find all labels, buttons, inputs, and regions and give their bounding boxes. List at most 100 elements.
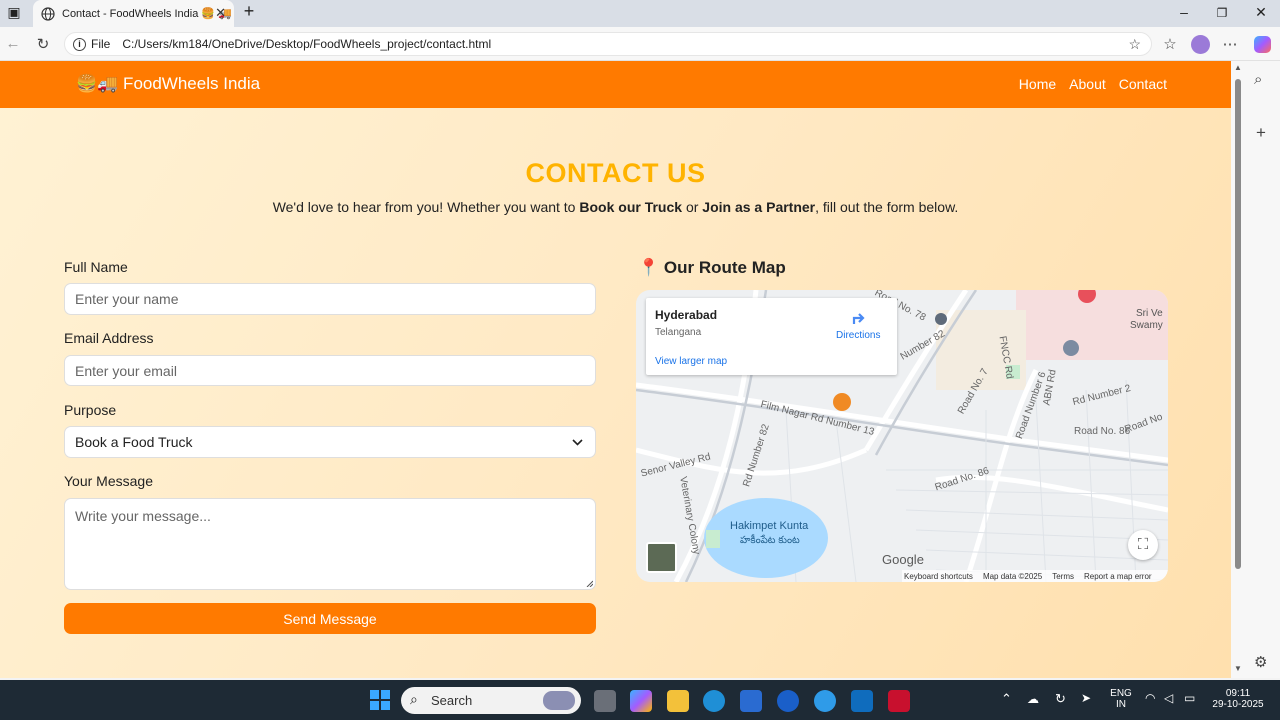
sync-icon[interactable]: ↻ [1055, 691, 1066, 707]
nav-link-home[interactable]: Home [1019, 76, 1056, 92]
purpose-label: Purpose [64, 402, 117, 418]
store-icon[interactable] [740, 690, 762, 712]
language-indicator[interactable]: ENG IN [1110, 688, 1132, 710]
map-footer-report[interactable]: Report a map error [1084, 572, 1152, 581]
profile-avatar[interactable] [1191, 35, 1210, 54]
battery-icon[interactable]: ▭ [1184, 691, 1195, 705]
region-code: IN [1116, 699, 1126, 710]
email-placeholder: Enter your email [75, 362, 177, 379]
email-input[interactable]: Enter your email [64, 355, 596, 386]
directions-icon[interactable] [851, 310, 866, 325]
location-icon[interactable]: ➤ [1081, 691, 1091, 705]
map-place-name: Hyderabad [655, 308, 718, 322]
browser-toolbar: i File C:/Users/km184/OneDrive/Desktop/F… [0, 27, 1280, 61]
view-larger-map-link[interactable]: View larger map [655, 356, 727, 367]
favorite-star-icon[interactable]: ☆ [1128, 36, 1141, 53]
message-label: Your Message [64, 473, 153, 489]
map-label-swamy: Swamy [1130, 320, 1163, 331]
send-message-button[interactable]: Send Message [64, 603, 596, 634]
refresh-icon[interactable]: ↻ [33, 35, 53, 53]
map-footer: Keyboard shortcuts Map data ©2025 Terms … [902, 570, 1168, 582]
map-footer-data: Map data ©2025 [982, 571, 1043, 581]
resize-handle-icon[interactable] [586, 580, 593, 587]
name-input[interactable]: Enter your name [64, 283, 596, 315]
outlook-icon[interactable] [851, 690, 873, 712]
name-placeholder: Enter your name [75, 291, 179, 307]
map-region: Telangana [655, 327, 702, 338]
directions-link[interactable]: Directions [836, 330, 880, 341]
nav-link-contact[interactable]: Contact [1119, 76, 1167, 92]
taskbar-search[interactable]: ⌕ Search [401, 687, 581, 714]
onedrive-icon[interactable]: ☁ [1027, 692, 1039, 706]
tab-strip: ▣ Contact - FoodWheels India 🍔 🚚 ✕ + – ❐… [0, 0, 1280, 27]
chevron-down-icon [572, 439, 583, 446]
volume-icon[interactable]: ◁ [1164, 691, 1173, 705]
nav-link-about[interactable]: About [1069, 76, 1106, 92]
route-map[interactable]: Film Nagar Rd Number 13 Road No. 86 Road… [636, 290, 1168, 582]
map-label-lake-telugu: హకీంపేట కుంట [740, 535, 800, 546]
scrollbar-thumb[interactable] [1235, 79, 1241, 569]
new-tab-icon[interactable]: + [239, 1, 259, 22]
edge-icon[interactable] [703, 690, 725, 712]
map-label-lake: Hakimpet Kunta [730, 520, 809, 532]
map-footer-shortcuts[interactable]: Keyboard shortcuts [904, 572, 973, 581]
url-text: C:/Users/km184/OneDrive/Desktop/FoodWhee… [122, 37, 492, 51]
sidebar-add-icon[interactable]: + [1256, 123, 1266, 143]
fullscreen-icon[interactable]: ⛶ [1128, 530, 1158, 560]
route-map-title: 📍 Our Route Map [638, 258, 786, 277]
tray-chevron-icon[interactable]: ⌃ [1001, 691, 1012, 707]
tab-actions-icon[interactable]: ▣ [4, 4, 24, 21]
favorites-icon[interactable]: ☆ [1160, 35, 1180, 53]
message-textarea[interactable]: Write your message... [64, 498, 596, 590]
scroll-up-icon[interactable]: ▲ [1234, 63, 1242, 72]
purpose-value: Book a Food Truck [75, 434, 193, 450]
back-icon[interactable]: ← [3, 35, 23, 52]
window-close-icon[interactable]: ✕ [1251, 4, 1271, 21]
purpose-select[interactable]: Book a Food Truck [64, 426, 596, 458]
taskbar: ⌕ Search ⌃ ☁ ↻ ➤ ENG IN ◠ ◁ ▭ 09:11 29-10-… [0, 680, 1280, 720]
globe-icon [41, 6, 55, 21]
task-view-icon[interactable] [594, 690, 616, 712]
address-prefix: File [91, 37, 111, 51]
hp-icon[interactable] [777, 690, 799, 712]
language-code: ENG [1110, 688, 1132, 699]
name-label: Full Name [64, 259, 128, 275]
copilot-taskbar-icon[interactable] [630, 690, 652, 712]
page-scrollbar[interactable]: ▲ ▼ [1231, 61, 1246, 678]
minimize-icon[interactable]: – [1174, 4, 1194, 20]
search-icon: ⌕ [410, 691, 418, 707]
map-label-road-86-b: Road No. 86 [1074, 426, 1131, 437]
tab-title: Contact - FoodWheels India 🍔 🚚 [62, 8, 232, 20]
info-icon[interactable]: i [73, 37, 86, 51]
map-footer-terms[interactable]: Terms [1052, 572, 1074, 581]
satellite-toggle[interactable] [646, 542, 677, 573]
nav-links: Home About Contact [1019, 76, 1167, 92]
subtitle-text-2: or [682, 199, 703, 215]
more-icon[interactable]: ⋯ [1220, 35, 1240, 53]
help-icon[interactable] [814, 690, 836, 712]
clock-date: 29-10-2025 [1212, 699, 1264, 710]
map-info-card: Hyderabad Telangana View larger map Dire… [646, 298, 897, 375]
sidebar-search-icon[interactable]: ⌕ [1254, 71, 1262, 88]
site-navbar: 🍔🚚 FoodWheels India Home About Contact [0, 61, 1231, 108]
subtitle-join-partner: Join as a Partner [702, 199, 816, 215]
web-page: 🍔🚚 FoodWheels India Home About Contact C… [0, 61, 1231, 678]
browser-tab[interactable]: Contact - FoodWheels India 🍔 🚚 ✕ [33, 0, 234, 27]
address-bar[interactable]: i File C:/Users/km184/OneDrive/Desktop/F… [64, 32, 1152, 56]
subtitle-text-1: We'd love to hear from you! Whether you … [272, 199, 580, 215]
file-explorer-icon[interactable] [667, 690, 689, 712]
subtitle-text-3: , fill out the form below. [815, 199, 959, 215]
email-label: Email Address [64, 330, 154, 346]
google-logo: Google [882, 552, 924, 567]
copilot-icon[interactable] [1254, 36, 1271, 53]
mcafee-icon[interactable] [888, 690, 910, 712]
scroll-down-icon[interactable]: ▼ [1234, 664, 1242, 673]
sidebar-settings-icon[interactable]: ⚙ [1254, 653, 1267, 671]
page-title: CONTACT US [525, 158, 706, 188]
site-brand[interactable]: 🍔🚚 FoodWheels India [76, 74, 260, 94]
wifi-icon[interactable]: ◠ [1145, 691, 1155, 705]
start-icon[interactable] [370, 690, 390, 710]
clock[interactable]: 09:11 29-10-2025 [1210, 688, 1266, 710]
maximize-icon[interactable]: ❐ [1212, 6, 1232, 20]
close-tab-icon[interactable]: ✕ [215, 5, 226, 21]
